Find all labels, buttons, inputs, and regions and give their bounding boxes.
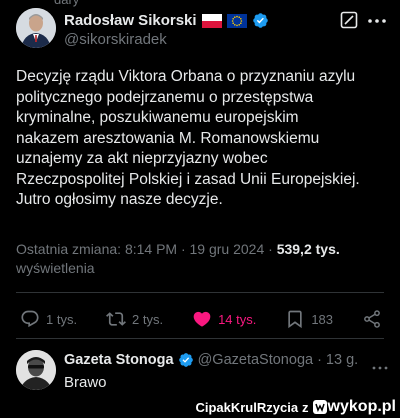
like-icon [193, 311, 211, 327]
verified-badge-icon [252, 12, 269, 29]
reply-icon [21, 310, 39, 328]
reply-author-handle[interactable]: @GazetaStonoga [198, 352, 314, 368]
watermark-username: CipakKrulRzycia [195, 399, 299, 415]
repost-count: 2 tys. [132, 311, 164, 327]
reply-post[interactable]: Gazeta Stonoga @GazetaStonoga · 13 g. Br… [16, 350, 388, 400]
wykop-logo: wykop.pl [312, 398, 396, 416]
author-avatar[interactable] [16, 8, 56, 48]
like-count: 14 tys. [218, 311, 257, 327]
tweet-metadata: Ostatnia zmiana: 8:14 PM · 19 gru 2024 ·… [16, 240, 386, 278]
previous-post-fragment: dary [54, 0, 79, 7]
last-edit-timestamp[interactable]: Ostatnia zmiana: 8:14 PM · 19 gru 2024 · [16, 241, 277, 257]
views-count: 539,2 tys. [276, 241, 340, 257]
repost-button[interactable]: 2 tys. [106, 309, 163, 329]
reply-author-name[interactable]: Gazeta Stonoga [64, 352, 174, 368]
more-icon[interactable] [366, 14, 388, 26]
bookmark-icon [288, 310, 302, 329]
wykop-logo-icon [312, 400, 327, 414]
reply-timestamp[interactable]: · 13 g. [317, 352, 358, 368]
views-label: wyświetlenia [16, 260, 95, 276]
tweet-header: Radosław Sikorski @sikorskiradek [16, 8, 388, 54]
reply-text: Brawo [64, 374, 107, 391]
watermark-z: z [302, 399, 309, 415]
eu-flag-icon [226, 13, 247, 28]
author-handle[interactable]: @sikorskiradek [64, 31, 167, 48]
verified-badge-icon [178, 353, 193, 367]
reply-button[interactable]: 1 tys. [20, 309, 77, 329]
more-icon[interactable] [372, 358, 388, 370]
reply-author-avatar[interactable] [16, 350, 56, 390]
reply-count: 1 tys. [46, 311, 78, 327]
like-button[interactable]: 14 tys. [192, 309, 256, 329]
tweet-actions: 1 tys. 2 tys. 14 tys. 183 [20, 307, 382, 331]
share-button[interactable] [362, 309, 382, 329]
bookmark-count: 183 [311, 311, 334, 327]
divider [16, 338, 384, 339]
grok-icon[interactable] [340, 11, 358, 29]
repost-icon [106, 312, 126, 326]
wykop-watermark: CipakKrulRzycia z wykop.pl [195, 398, 396, 416]
share-icon [364, 310, 380, 328]
bookmark-button[interactable]: 183 [285, 309, 333, 329]
divider [16, 292, 384, 293]
watermark-site: wykop.pl [327, 398, 396, 415]
author-name[interactable]: Radosław Sikorski [64, 12, 197, 29]
poland-flag-icon [201, 13, 222, 28]
tweet-text: Decyzję rządu Viktora Orbana o przyznani… [16, 68, 360, 208]
